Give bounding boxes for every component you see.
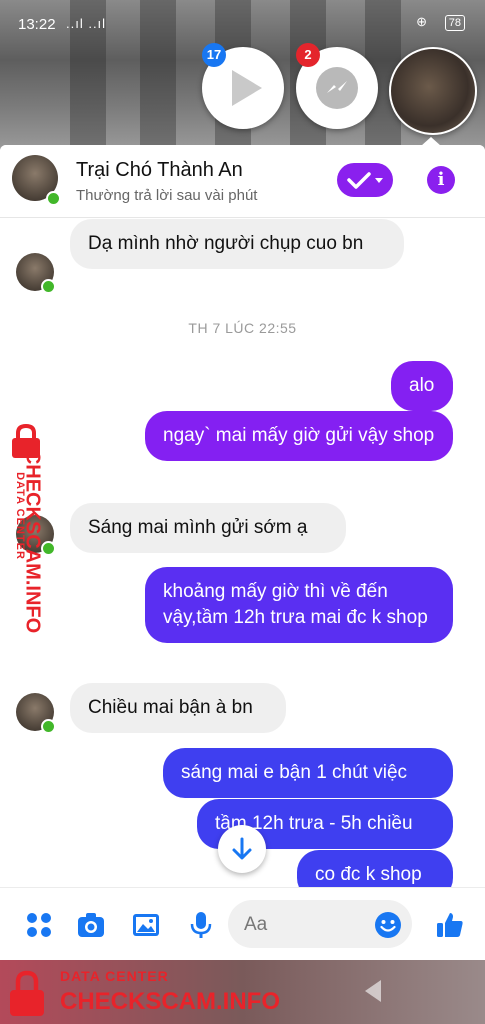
check-icon [347,172,383,189]
watermark-brand: CHECKSCAM.INFO [21,449,44,634]
battery-indicator: 78 [444,15,465,31]
contact-chat-head[interactable] [389,47,477,135]
contact-name[interactable]: Trại Chó Thành An [76,159,243,182]
chat-header: Trại Chó Thành An Thường trả lời sau vài… [0,145,485,218]
info-icon[interactable]: i [427,166,455,194]
online-indicator [41,719,56,734]
watermark-brand: CHECKSCAM.INFO [60,988,280,1015]
camera-icon[interactable] [76,910,106,940]
status-bar: 13:22 ..ıl ..ıl ⊕ 78 [0,0,485,48]
arrow-down-icon [232,837,252,860]
video-badge: 17 [202,43,226,67]
message-composer: Aa [0,887,485,960]
back-icon[interactable] [365,980,381,1002]
message-bubble[interactable]: khoảng mấy giờ thì về đến vậy,tầm 12h tr… [145,567,453,643]
mark-button[interactable] [337,163,393,197]
scroll-down-button[interactable] [218,825,266,873]
thumbs-up-icon[interactable] [435,910,465,940]
message-bubble[interactable]: alo [391,361,453,411]
watermark-subtitle: DATA CENTER [60,968,169,984]
online-indicator [46,191,61,206]
messenger-chat-head[interactable]: 2 [296,43,378,129]
message-input-placeholder: Aa [244,914,268,935]
message-bubble[interactable]: Chiều mai bận à bn [70,683,286,733]
menu-dots-icon[interactable] [24,910,54,940]
messenger-badge: 2 [296,43,320,67]
chat-window: Trại Chó Thành An Thường trả lời sau vài… [0,145,485,960]
signal-icon: ..ıl ..ıl [66,16,107,31]
microphone-icon[interactable] [186,910,216,940]
lock-icon [10,970,44,1016]
contact-status: Thường trả lời sau vài phút [76,187,258,204]
message-bubble[interactable]: sáng mai e bận 1 chút việc [163,748,453,798]
video-chat-head[interactable]: 17 [202,43,284,129]
message-timestamp: TH 7 LÚC 22:55 [188,320,297,336]
image-icon[interactable] [131,910,161,940]
watermark-bottom: DATA CENTER CHECKSCAM.INFO [0,964,300,1022]
status-time: 13:22 [18,16,56,33]
message-bubble[interactable]: ngay` mai mấy giờ gửi vậy shop [145,411,453,461]
rotation-lock-icon: ⊕ [416,14,427,29]
message-bubble[interactable]: Dạ mình nhờ người chụp cuo bn [70,219,404,269]
messenger-icon [316,67,358,109]
message-bubble[interactable]: Sáng mai mình gửi sớm ạ [70,503,346,553]
play-icon [232,70,262,106]
online-indicator [41,279,56,294]
watermark-side: DATA CENTER CHECKSCAM.INFO [2,420,62,660]
emoji-icon[interactable] [373,910,403,940]
